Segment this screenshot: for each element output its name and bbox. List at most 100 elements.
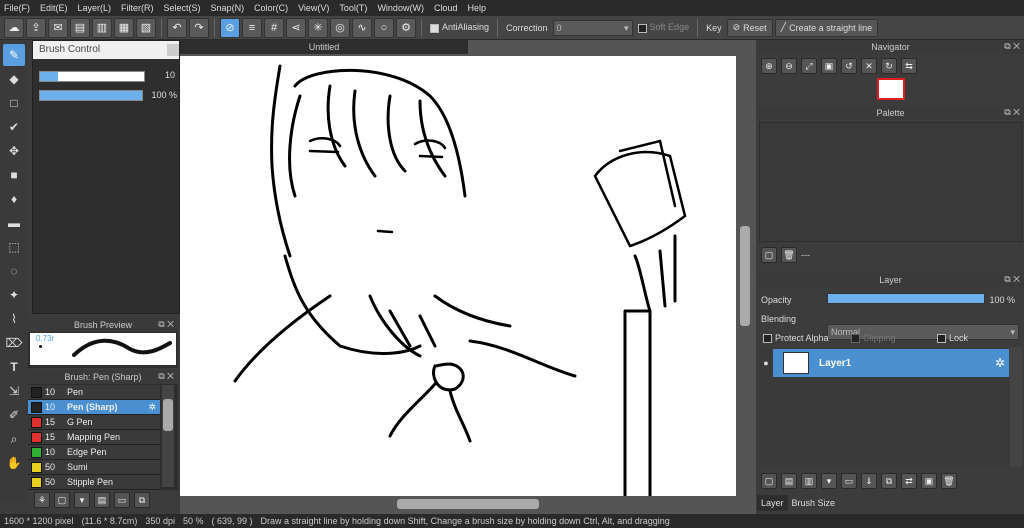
pen-tool-icon[interactable]: ✔ — [3, 116, 25, 138]
antialiasing-toggle[interactable]: AntiAliasing — [430, 22, 489, 33]
brush-list-item[interactable]: 50 Sumi — [28, 460, 160, 475]
visibility-icon[interactable]: ● — [759, 349, 773, 377]
zoom-out-icon[interactable]: ⊖ — [781, 58, 797, 74]
snap-crosshair-icon[interactable]: # — [264, 17, 284, 38]
soft-edge-toggle[interactable]: Soft Edge — [637, 22, 689, 33]
actual-size-icon[interactable]: ▣ — [821, 58, 837, 74]
new-halftone-layer-icon[interactable]: ▤ — [781, 473, 797, 489]
lock-toggle[interactable]: Lock — [937, 333, 968, 344]
menu-cloud[interactable]: Cloud — [434, 3, 458, 13]
canvas-tab[interactable]: Untitled — [180, 40, 468, 54]
cloud-icon[interactable]: ☁ — [4, 17, 24, 38]
new-layer-8bit-icon[interactable]: ▥ — [801, 473, 817, 489]
bucket-tool-icon[interactable]: ♦ — [3, 188, 25, 210]
new-layer-icon[interactable]: ▢ — [761, 473, 777, 489]
snap-ellipse-icon[interactable]: ○ — [374, 17, 394, 38]
canvas-vertical-scrollbar[interactable] — [738, 56, 752, 496]
brush-list-item[interactable]: 10 Pen (Sharp) ✲ — [28, 400, 160, 415]
redo-icon[interactable]: ↷ — [189, 17, 209, 38]
rotate-right-icon[interactable]: ↻ — [881, 58, 897, 74]
brush-list-item[interactable]: 10 Pen — [28, 385, 160, 400]
brush-size-slider[interactable] — [39, 71, 145, 82]
brush-list-scrollbar[interactable] — [162, 385, 174, 487]
rotate-left-icon[interactable]: ↺ — [841, 58, 857, 74]
menu-file[interactable]: File(F) — [4, 3, 30, 13]
menu-filter[interactable]: Filter(R) — [121, 3, 154, 13]
canvas-horizontal-scrollbar[interactable] — [180, 497, 736, 511]
layers-icon[interactable]: ▧ — [136, 17, 156, 38]
layer-opacity-slider[interactable] — [827, 293, 985, 304]
brush-opacity-slider[interactable] — [39, 90, 143, 101]
gear-icon[interactable]: ✲ — [148, 402, 156, 413]
operation-tool-icon[interactable]: ⇲ — [3, 380, 25, 402]
snap-circle-icon[interactable]: ◎ — [330, 17, 350, 38]
undo-icon[interactable]: ↶ — [167, 17, 187, 38]
transfer-icon[interactable]: ⇄ — [901, 473, 917, 489]
clipping-toggle[interactable]: Clipping — [851, 333, 896, 344]
snap-parallel-icon[interactable]: ≡ — [242, 17, 262, 38]
reset-view-icon[interactable]: ✕ — [861, 58, 877, 74]
magic-wand-icon[interactable]: ✦ — [3, 284, 25, 306]
panel-close-icon[interactable]: ⧉ ✕ — [158, 371, 174, 382]
brush-list-item[interactable]: 15 Mapping Pen — [28, 430, 160, 445]
folder-icon[interactable]: ▭ — [114, 492, 130, 508]
save-icon[interactable]: ▤ — [70, 17, 90, 38]
layer-row[interactable]: ● Layer1 ✲ — [759, 349, 1009, 377]
zoom-in-icon[interactable]: ⊕ — [761, 58, 777, 74]
correction-dropdown[interactable]: 0 ▾ — [552, 19, 633, 36]
duplicate-layer-icon[interactable]: ⧉ — [881, 473, 897, 489]
eraser-tool-icon[interactable]: ◆ — [3, 68, 25, 90]
hand-tool-icon[interactable]: ✋ — [3, 452, 25, 474]
menu-color[interactable]: Color(C) — [254, 3, 288, 13]
snap-off-icon[interactable]: ⊘ — [220, 17, 240, 38]
navigator-thumbnail[interactable] — [877, 78, 905, 100]
scroll-thumb[interactable] — [740, 226, 750, 326]
export-icon[interactable]: ⇪ — [26, 17, 46, 38]
merge-down-icon[interactable]: ⇓ — [861, 473, 877, 489]
gear-icon[interactable]: ✲ — [995, 356, 1005, 370]
snap-settings-icon[interactable]: ⚙ — [396, 17, 416, 38]
snap-curve-icon[interactable]: ∿ — [352, 17, 372, 38]
panel-close-icon[interactable]: ⧉ ✕ — [1004, 41, 1020, 52]
eyedropper-icon[interactable]: ⌕ — [3, 428, 25, 450]
straight-line-button[interactable]: ╱ Create a straight line — [774, 18, 879, 37]
tab-brush-size[interactable]: Brush Size — [788, 495, 840, 511]
panel-close-icon[interactable]: ⧉ ✕ — [1004, 107, 1020, 118]
select-pen-icon[interactable]: ⌇ — [3, 308, 25, 330]
drawing-canvas[interactable] — [180, 56, 736, 496]
fit-icon[interactable]: ⤢ — [801, 58, 817, 74]
menu-select[interactable]: Select(S) — [164, 3, 201, 13]
brush-list-item[interactable]: 15 G Pen — [28, 415, 160, 430]
new-brush-icon[interactable]: ▢ — [54, 492, 70, 508]
panel-close-icon[interactable]: ⧉ ✕ — [1004, 274, 1020, 285]
scroll-thumb[interactable] — [397, 499, 539, 509]
select-eraser-icon[interactable]: ⌦ — [3, 332, 25, 354]
grid-icon[interactable]: ▦ — [114, 17, 134, 38]
layer-folder-icon[interactable]: ▭ — [841, 473, 857, 489]
menu-help[interactable]: Help — [467, 3, 486, 13]
menu-window[interactable]: Window(W) — [377, 3, 424, 13]
save-as-icon[interactable]: ▥ — [92, 17, 112, 38]
text-tool-icon[interactable]: T — [3, 356, 25, 378]
snap-vanishing-icon[interactable]: ⋖ — [286, 17, 306, 38]
layer-scrollbar[interactable] — [1010, 347, 1022, 467]
scroll-thumb[interactable] — [163, 399, 173, 431]
menu-view[interactable]: View(V) — [298, 3, 329, 13]
menu-edit[interactable]: Edit(E) — [40, 3, 68, 13]
flip-icon[interactable]: ⇆ — [901, 58, 917, 74]
lasso-tool-icon[interactable]: ◌ — [3, 260, 25, 282]
menu-snap[interactable]: Snap(N) — [211, 3, 245, 13]
dot-tool-icon[interactable]: □ — [3, 92, 25, 114]
brush-list-item[interactable]: 50 Stipple Pen — [28, 475, 160, 490]
divide-tool-icon[interactable]: ✐ — [3, 404, 25, 426]
add-brush-icon[interactable]: ▾ — [74, 492, 90, 508]
duplicate-icon[interactable]: ⧉ — [134, 492, 150, 508]
palette-swatch-area[interactable] — [759, 122, 1022, 242]
move-tool-icon[interactable]: ✥ — [3, 140, 25, 162]
menu-tool[interactable]: Tool(T) — [339, 3, 367, 13]
protect-alpha-toggle[interactable]: Protect Alpha — [763, 333, 829, 344]
close-icon[interactable] — [167, 44, 179, 56]
add-layer-menu-icon[interactable]: ▾ — [821, 473, 837, 489]
chat-icon[interactable]: ✉ — [48, 17, 68, 38]
copy-brush-icon[interactable]: ▤ — [94, 492, 110, 508]
